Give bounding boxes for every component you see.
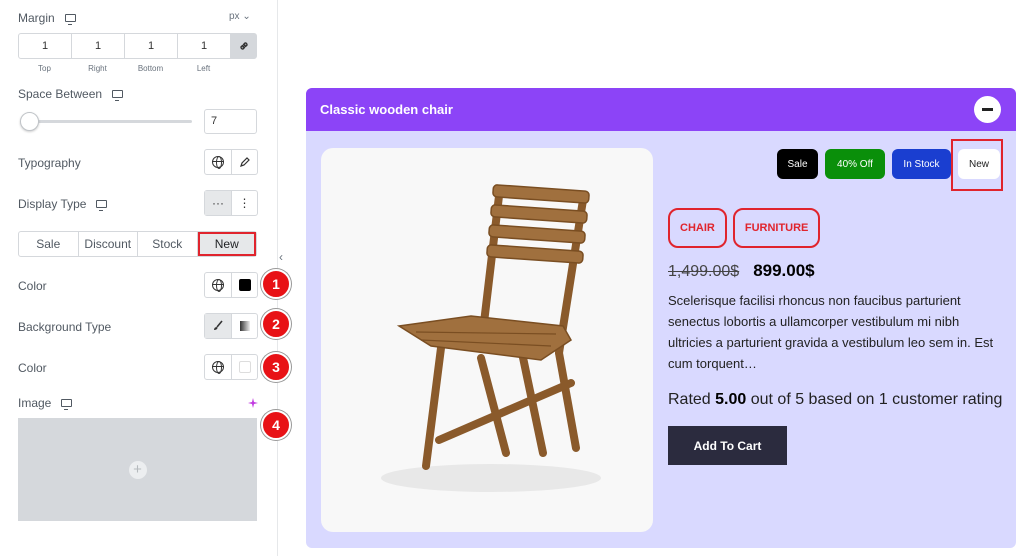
product-card: Classic wooden chair Sale 40% Off In Sto… bbox=[306, 88, 1016, 548]
color-label: Color bbox=[18, 279, 47, 293]
pencil-icon[interactable] bbox=[231, 150, 257, 174]
margin-top-input[interactable]: 1 bbox=[19, 34, 72, 58]
color-swatch[interactable] bbox=[231, 355, 257, 379]
desktop-icon[interactable] bbox=[64, 14, 76, 25]
margin-bottom-label: Bottom bbox=[137, 64, 164, 73]
chair-image bbox=[381, 184, 601, 492]
collapse-panel-icon[interactable]: ‹ bbox=[279, 250, 291, 270]
product-categories: CHAIR FURNITURE bbox=[668, 208, 821, 248]
link-icon[interactable] bbox=[231, 34, 256, 58]
color-controls-2 bbox=[204, 354, 258, 380]
current-price: 899.00$ bbox=[753, 261, 815, 280]
unit-select[interactable]: px ⌄ bbox=[229, 11, 251, 22]
new-badge-highlight bbox=[951, 139, 1003, 191]
color-label-2: Color bbox=[18, 361, 47, 375]
image-label: Image bbox=[18, 396, 73, 410]
sale-badge: Sale bbox=[777, 149, 818, 179]
tab-stock[interactable]: Stock bbox=[138, 232, 198, 256]
add-to-cart-button[interactable]: Add To Cart bbox=[668, 426, 787, 465]
color-controls bbox=[204, 272, 258, 298]
product-description: Scelerisque facilisi rhoncus non faucibu… bbox=[668, 293, 994, 371]
color-swatch[interactable] bbox=[231, 273, 257, 297]
desktop-icon[interactable] bbox=[112, 90, 124, 101]
space-between-input[interactable]: 7 bbox=[204, 109, 257, 134]
image-upload[interactable]: + bbox=[18, 418, 257, 521]
slider-handle[interactable] bbox=[20, 112, 39, 131]
margin-right-input[interactable]: 1 bbox=[72, 34, 125, 58]
product-image[interactable] bbox=[321, 148, 653, 532]
margin-inputs: 1 1 1 1 bbox=[18, 33, 257, 59]
typography-label: Typography bbox=[18, 156, 81, 170]
callout-4: 4 bbox=[261, 410, 291, 440]
tab-new[interactable]: New bbox=[197, 232, 256, 256]
category-chair[interactable]: CHAIR bbox=[668, 208, 727, 248]
background-type-controls bbox=[204, 313, 258, 339]
settings-panel: Margin px ⌄ 1 1 1 1 Top Right Bottom Lef… bbox=[0, 0, 291, 556]
desktop-icon[interactable] bbox=[96, 200, 108, 211]
typography-controls bbox=[204, 149, 258, 175]
background-type-label: Background Type bbox=[18, 320, 112, 334]
plus-icon[interactable]: + bbox=[128, 460, 147, 479]
space-between-label: Space Between bbox=[18, 87, 124, 101]
discount-badge: 40% Off bbox=[825, 149, 885, 179]
callout-3: 3 bbox=[261, 352, 291, 382]
callout-1: 1 bbox=[261, 269, 291, 299]
margin-label: Margin bbox=[18, 11, 76, 25]
margin-left-label: Left bbox=[196, 64, 211, 73]
display-type-controls: ··· ⋮ bbox=[204, 190, 258, 216]
margin-left-input[interactable]: 1 bbox=[178, 34, 231, 58]
globe-icon[interactable] bbox=[205, 355, 231, 379]
price-block: 1,499.00$ 899.00$ bbox=[668, 261, 815, 281]
rating-text: Rated 5.00 out of 5 based on 1 customer … bbox=[668, 391, 1003, 408]
margin-right-label: Right bbox=[88, 64, 107, 73]
globe-icon[interactable] bbox=[205, 273, 231, 297]
ai-sparkle-icon[interactable] bbox=[247, 396, 259, 414]
desktop-icon[interactable] bbox=[61, 399, 73, 410]
product-title[interactable]: Classic wooden chair bbox=[320, 102, 453, 117]
globe-icon[interactable] bbox=[205, 150, 231, 174]
inline-option[interactable]: ··· bbox=[205, 191, 231, 215]
block-option[interactable]: ⋮ bbox=[231, 191, 257, 215]
card-header: Classic wooden chair bbox=[306, 88, 1016, 131]
display-type-label: Display Type bbox=[18, 197, 108, 211]
gradient-icon[interactable] bbox=[231, 314, 257, 338]
stock-badge: In Stock bbox=[892, 149, 951, 179]
brush-icon[interactable] bbox=[205, 314, 231, 338]
category-furniture[interactable]: FURNITURE bbox=[732, 208, 821, 248]
old-price: 1,499.00$ bbox=[668, 263, 740, 280]
space-between-slider[interactable] bbox=[28, 120, 192, 123]
tab-sale[interactable]: Sale bbox=[19, 232, 79, 256]
callout-2: 2 bbox=[261, 309, 291, 339]
rating-value: 5.00 bbox=[715, 391, 747, 408]
margin-bottom-input[interactable]: 1 bbox=[125, 34, 178, 58]
badge-tabs: Sale Discount Stock New bbox=[18, 231, 257, 257]
margin-top-label: Top bbox=[38, 64, 51, 73]
tab-discount[interactable]: Discount bbox=[79, 232, 138, 256]
collapse-icon[interactable] bbox=[974, 96, 1001, 123]
